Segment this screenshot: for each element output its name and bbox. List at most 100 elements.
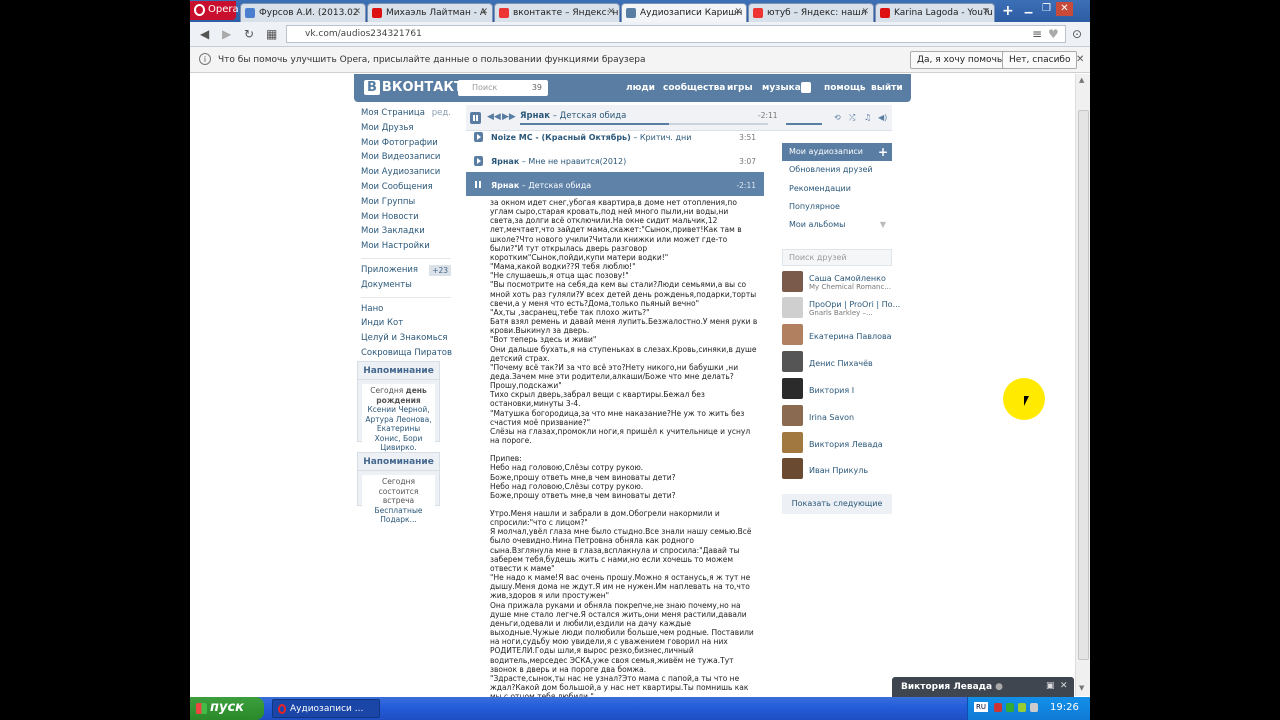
friend-item[interactable]: ПроОри | ProOri | По... Gnarls Barkley –.…: [782, 297, 900, 319]
taskbar-item-opera[interactable]: Аудиозаписи ...: [272, 699, 380, 718]
edit-link[interactable]: ред.: [432, 106, 451, 121]
pause-button[interactable]: [470, 112, 481, 124]
repeat-icon[interactable]: ⟲: [834, 113, 841, 122]
tab-close-icon[interactable]: ✕: [480, 7, 488, 17]
pause-icon[interactable]: [474, 180, 483, 190]
prev-track-icon[interactable]: ◀◀: [487, 112, 501, 122]
friend-item[interactable]: Саша Самойленко My Chemical Romanc...: [782, 271, 892, 293]
maximize-button[interactable]: ❐: [1038, 2, 1055, 16]
nav-music[interactable]: музыка: [762, 83, 801, 93]
menu-videos[interactable]: Мои Видеозаписи: [361, 150, 451, 165]
nav-communities[interactable]: сообщества: [663, 83, 725, 93]
tray-icon[interactable]: [1006, 703, 1014, 712]
vk-search-input[interactable]: Поиск 39: [458, 80, 548, 96]
show-more-button[interactable]: Показать следующие: [782, 494, 892, 514]
friend-item[interactable]: Екатерина Павлова: [782, 324, 892, 346]
chat-expand-icon[interactable]: ▣: [1046, 681, 1055, 691]
shuffle-icon[interactable]: ⤮: [849, 113, 855, 123]
add-audio-icon[interactable]: +: [878, 143, 888, 161]
nav-help[interactable]: помощь: [824, 83, 866, 93]
tray-icon[interactable]: [994, 703, 1002, 712]
reload-icon[interactable]: ↻: [244, 27, 254, 41]
tab-close-icon[interactable]: ✕: [734, 7, 742, 17]
menu-news[interactable]: Мои Новости: [361, 210, 451, 225]
friend-item[interactable]: Irina Savon: [782, 405, 892, 427]
language-indicator[interactable]: RU: [974, 702, 988, 712]
menu-messages[interactable]: Мои Сообщения: [361, 180, 451, 195]
menu-settings[interactable]: Мои Настройки: [361, 239, 451, 254]
menu-group-indikot[interactable]: Инди Кот: [361, 316, 451, 331]
back-icon[interactable]: ◀: [200, 27, 209, 41]
nav-logout[interactable]: выйти: [871, 83, 903, 93]
friend-item[interactable]: Виктория Левада: [782, 432, 892, 454]
menu-audio[interactable]: Мои Аудиозаписи: [361, 165, 451, 180]
vk-logo[interactable]: В ВКОНТАКТЕ: [364, 80, 472, 95]
tab-karina[interactable]: Karina Lagoda - YouTu ✕: [875, 3, 995, 22]
new-tab-button[interactable]: +: [1002, 3, 1014, 19]
track-row-current[interactable]: Ярнак – Детская обида -2:11: [466, 172, 764, 196]
free-gifts-link[interactable]: Бесплатные Подарк...: [375, 506, 423, 525]
friend-item[interactable]: Иван Прикуль: [782, 458, 892, 480]
menu-bookmarks[interactable]: Мои Закладки: [361, 224, 451, 239]
opera-menu-button[interactable]: Opera: [190, 1, 239, 20]
track-row[interactable]: Ярнак – Мне не нравится(2012) 3:07: [466, 148, 764, 172]
menu-my-page[interactable]: Моя Страница ред.: [361, 106, 451, 121]
nav-people[interactable]: люди: [626, 83, 655, 93]
menu-friends[interactable]: Мои Друзья: [361, 121, 451, 136]
menu-my-albums[interactable]: Мои альбомы ▼: [782, 216, 892, 234]
tab-yandex-vk[interactable]: вконтакте – Яндекс: н ✕: [494, 3, 620, 22]
menu-recommendations[interactable]: Рекомендации: [782, 180, 892, 198]
tray-icon[interactable]: [1018, 703, 1026, 712]
page-scrollbar[interactable]: ▲ ▼: [1075, 74, 1090, 696]
minimize-button[interactable]: ▁: [1020, 2, 1037, 16]
close-window-button[interactable]: ✕: [1056, 2, 1073, 16]
header-pause-icon[interactable]: [801, 82, 811, 93]
tab-audio-active[interactable]: Аудиозаписи Каришн ✕: [621, 3, 747, 22]
birthday-names-link[interactable]: Ксении Черной, Артура Леонова, Екатерины…: [365, 405, 431, 452]
chat-popup[interactable]: Виктория Левада ● ▣ ✕: [892, 677, 1074, 697]
speaker-icon[interactable]: [1030, 703, 1038, 712]
tab-close-icon[interactable]: ✕: [982, 7, 990, 17]
infobar-close-icon[interactable]: ✕: [1076, 54, 1084, 65]
url-field[interactable]: vk.com/audios234321761: [286, 25, 1066, 43]
track-row[interactable]: Noize MC - (Красный Октябрь) – Критич. д…: [466, 124, 764, 148]
menu-my-audio[interactable]: Мои аудиозаписи +: [782, 143, 892, 162]
tab-fursov[interactable]: Фурсов А.И. (2013.02 ✕: [240, 3, 366, 22]
tab-yandex-youtube[interactable]: ютуб – Яндекс: нашл ✕: [748, 3, 874, 22]
friend-item[interactable]: Виктория I: [782, 378, 892, 400]
play-icon[interactable]: [474, 156, 483, 166]
menu-group-pirates[interactable]: Сокровища Пиратов: [361, 346, 452, 361]
bookmark-heart-icon[interactable]: ♥: [1048, 27, 1059, 41]
tab-close-icon[interactable]: ✕: [353, 7, 361, 17]
nav-games[interactable]: игры: [727, 83, 753, 93]
menu-apps[interactable]: Приложения +23: [361, 263, 451, 278]
next-track-icon[interactable]: ▶▶: [502, 112, 516, 122]
scroll-up-icon[interactable]: ▲: [1079, 76, 1084, 84]
broadcast-icon[interactable]: ◀): [878, 113, 887, 122]
tab-close-icon[interactable]: ✕: [861, 7, 869, 17]
headphones-icon[interactable]: ♫: [864, 113, 871, 122]
stash-icon[interactable]: ≡: [1032, 27, 1042, 41]
help-yes-button[interactable]: Да, я хочу помочь: [910, 51, 1010, 69]
forward-icon[interactable]: ▶: [222, 27, 231, 41]
menu-group-kiss[interactable]: Целуй и Знакомься: [361, 331, 451, 346]
menu-popular[interactable]: Популярное: [782, 198, 892, 216]
friend-item[interactable]: Денис Пихачёв: [782, 351, 892, 373]
start-button[interactable]: пуск: [190, 697, 264, 720]
menu-group-nano[interactable]: Нано: [361, 302, 451, 317]
menu-friends-updates[interactable]: Обновления друзей: [782, 161, 892, 179]
chat-close-icon[interactable]: ✕: [1060, 681, 1068, 691]
volume-slider[interactable]: [786, 123, 822, 125]
scroll-down-icon[interactable]: ▼: [1079, 684, 1084, 692]
menu-groups[interactable]: Мои Группы: [361, 195, 451, 210]
download-icon[interactable]: ⊙: [1072, 27, 1082, 41]
scroll-thumb[interactable]: [1078, 110, 1089, 660]
menu-photos[interactable]: Мои Фотографии: [361, 136, 451, 151]
friends-search-input[interactable]: Поиск друзей: [782, 249, 892, 266]
tab-laitman[interactable]: Михаэль Лайтман - А ✕: [367, 3, 493, 22]
tab-close-icon[interactable]: ✕: [607, 7, 615, 17]
play-icon[interactable]: [474, 132, 483, 142]
help-no-button[interactable]: Нет, спасибо: [1002, 51, 1078, 69]
speed-dial-icon[interactable]: ▦: [266, 27, 277, 41]
menu-documents[interactable]: Документы: [361, 278, 451, 293]
